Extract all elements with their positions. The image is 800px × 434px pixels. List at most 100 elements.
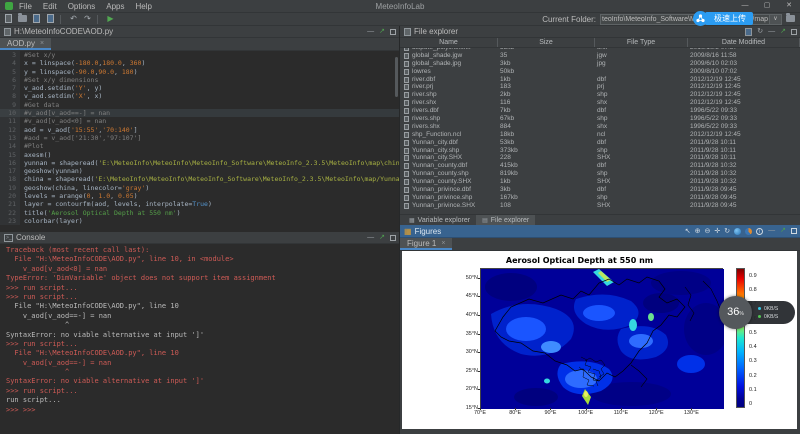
float-panel-icon[interactable]: ↗: [780, 226, 786, 236]
refresh-icon[interactable]: ↻: [757, 27, 763, 37]
column-header-name[interactable]: Name: [400, 38, 498, 47]
zoom-in-icon[interactable]: ⊕: [695, 226, 701, 237]
minimize-panel-icon[interactable]: —: [768, 27, 775, 37]
close-tab-icon[interactable]: ×: [40, 40, 44, 47]
maximize-window-icon[interactable]: ▢: [756, 0, 778, 12]
code-line[interactable]: 10#v_aod[v_aod==-] = nan: [0, 109, 399, 117]
select-cursor-icon[interactable]: ↖: [685, 226, 691, 237]
float-panel-icon[interactable]: ↗: [780, 27, 786, 37]
menu-help[interactable]: Help: [136, 2, 152, 11]
globe-projection-icon[interactable]: [734, 228, 741, 235]
maximize-panel-icon[interactable]: [791, 29, 797, 35]
save-icon[interactable]: [31, 14, 42, 24]
code-line[interactable]: 6#Set x/y dimensions: [0, 76, 399, 84]
code-line[interactable]: 20levels = arange(0, 1.0, 0.05): [0, 192, 399, 200]
new-file-icon[interactable]: [3, 14, 14, 24]
float-panel-icon[interactable]: ↗: [379, 233, 385, 243]
new-file-icon[interactable]: [745, 28, 752, 36]
code-line[interactable]: 12aod = v_aod['15:55','70:140']: [0, 126, 399, 134]
menu-options[interactable]: Options: [68, 2, 96, 11]
chevron-down-icon[interactable]: ∨: [769, 14, 781, 25]
code-line[interactable]: 18china = shaperead('E:\MeteoInfo\MeteoI…: [0, 175, 399, 183]
share-nodes-icon[interactable]: [693, 11, 708, 26]
undo-icon[interactable]: ↶: [68, 14, 79, 24]
tab-file-explorer[interactable]: ▤File explorer: [476, 215, 535, 225]
table-row[interactable]: Yunnan_county.dbf415kbdbf2011/9/28 10:32: [400, 162, 800, 170]
maximize-panel-icon[interactable]: [791, 228, 797, 234]
maximize-panel-icon[interactable]: [390, 29, 396, 35]
tab-figure-1[interactable]: Figure 1 ×: [400, 238, 452, 250]
table-row[interactable]: river.dbf1kbdbf2012/12/19 12:45: [400, 76, 800, 84]
code-line[interactable]: 4x = linspace(-180.0,180.0, 360): [0, 59, 399, 67]
upload-button[interactable]: 极速上传: [705, 12, 753, 25]
browse-folder-icon[interactable]: [785, 14, 796, 24]
table-row[interactable]: global_shade.jgw35jgw2009/8/16 11:58: [400, 52, 800, 60]
minimize-panel-icon[interactable]: —: [768, 226, 775, 236]
code-editor[interactable]: 3#Set x/y4x = linspace(-180.0,180.0, 360…: [0, 51, 399, 231]
code-line[interactable]: 14#Plot: [0, 142, 399, 150]
table-row[interactable]: lowres50kb2009/8/10 07:02: [400, 68, 800, 76]
console-line: >>> run script...: [6, 340, 399, 349]
code-line[interactable]: 7v_aod.setdim('Y', y): [0, 84, 399, 92]
table-row[interactable]: Yunnan_city.SHX228SHX2011/9/28 10:11: [400, 154, 800, 162]
column-header-date-modified[interactable]: Date Modified: [688, 38, 800, 47]
code-line[interactable]: 23colorbar(layer): [0, 217, 399, 225]
zoom-out-icon[interactable]: ⊖: [705, 226, 711, 237]
table-row[interactable]: Yunnan_city.shp373kbshp2011/9/28 10:11: [400, 147, 800, 155]
upload-overlay[interactable]: 极速上传: [693, 11, 753, 26]
rotate-icon[interactable]: ↻: [724, 226, 730, 237]
tab-aod-py[interactable]: AOD.py ×: [0, 38, 51, 50]
file-size-cell: 108: [500, 202, 511, 210]
table-row[interactable]: river.prj183prj2012/12/19 12:45: [400, 83, 800, 91]
code-line[interactable]: 16yunnan = shaperead('E:\MeteoInfo\Meteo…: [0, 159, 399, 167]
float-panel-icon[interactable]: ↗: [379, 27, 385, 37]
table-row[interactable]: Yunnan_county.shp819kbshp2011/9/28 10:32: [400, 170, 800, 178]
menu-edit[interactable]: Edit: [43, 2, 57, 11]
table-row[interactable]: river.shp2kbshp2012/12/19 12:45: [400, 91, 800, 99]
file-name: Yunnan_city.shp: [412, 147, 459, 155]
code-line[interactable]: 5y = linspace(-90.0,90.0, 180): [0, 68, 399, 76]
code-line[interactable]: 3#Set x/y: [0, 51, 399, 59]
minimize-panel-icon[interactable]: —: [367, 27, 374, 37]
code-line[interactable]: 9#Get data: [0, 101, 399, 109]
code-line[interactable]: 13#aod = v_aod['21:30','97:107']: [0, 134, 399, 142]
identify-icon[interactable]: [745, 228, 752, 235]
table-row[interactable]: rivers.dbf7kbdbf1996/5/22 09:33: [400, 107, 800, 115]
menu-file[interactable]: File: [19, 2, 32, 11]
save-all-icon[interactable]: [45, 14, 56, 24]
tab-variable-explorer[interactable]: ▦Variable explorer: [403, 215, 476, 225]
code-line[interactable]: 11#v_aod[v_aod<0] = nan: [0, 117, 399, 125]
close-tab-icon[interactable]: ×: [441, 240, 445, 247]
current-folder-combobox[interactable]: teoInfo\MeteoInfo_Software\Meteo nfo/map…: [600, 14, 782, 25]
table-row[interactable]: global_shade.jpg3kbjpg2009/6/10 02:03: [400, 60, 800, 68]
code-line[interactable]: 8v_aod.setdim('X', x): [0, 92, 399, 100]
code-line[interactable]: 21layer = contourfm(aod, levels, interpo…: [0, 200, 399, 208]
run-script-icon[interactable]: ▶: [105, 14, 116, 24]
table-row[interactable]: shp_Function.ncl18kbncl2012/12/19 12:45: [400, 131, 800, 139]
close-window-icon[interactable]: ✕: [778, 0, 800, 12]
table-row[interactable]: Yunnan_privince.dbf3kbdbf2011/9/28 09:45: [400, 186, 800, 194]
plot-canvas[interactable]: Aerosol Optical Depth at 550 nm: [402, 251, 797, 429]
pan-icon[interactable]: ✛: [714, 226, 720, 237]
editor-scrollbar[interactable]: [395, 57, 398, 97]
column-header-file-type[interactable]: File Type: [595, 38, 688, 47]
info-icon[interactable]: i: [756, 228, 763, 235]
table-row[interactable]: Yunnan_privince.shp167kbshp2011/9/28 09:…: [400, 194, 800, 202]
table-row[interactable]: Yunnan_city.dbf53kbdbf2011/9/28 10:11: [400, 139, 800, 147]
open-file-icon[interactable]: [17, 14, 28, 24]
code-line[interactable]: 22title('Aerosol Optical Depth at 550 nm…: [0, 209, 399, 217]
code-line[interactable]: 19geoshow(china, linecolor='gray'): [0, 184, 399, 192]
minimize-panel-icon[interactable]: —: [367, 233, 374, 243]
console-output[interactable]: Traceback (most recent call last): File …: [0, 244, 399, 415]
table-row[interactable]: Yunnan_privince.SHX108SHX2011/9/28 09:45: [400, 202, 800, 210]
code-line[interactable]: 17geoshow(yunnan): [0, 167, 399, 175]
column-header-size[interactable]: Size: [498, 38, 595, 47]
redo-icon[interactable]: ↷: [82, 14, 93, 24]
table-row[interactable]: river.shx116shx2012/12/19 12:45: [400, 99, 800, 107]
menu-apps[interactable]: Apps: [106, 2, 124, 11]
table-row[interactable]: rivers.shp67kbshp1996/5/22 09:33: [400, 115, 800, 123]
table-row[interactable]: Yunnan_county.SHX1kbSHX2011/9/28 10:32: [400, 178, 800, 186]
table-row[interactable]: rivers.shx884shx1996/5/22 09:33: [400, 123, 800, 131]
code-line[interactable]: 15axesm(): [0, 151, 399, 159]
maximize-panel-icon[interactable]: [390, 235, 396, 241]
